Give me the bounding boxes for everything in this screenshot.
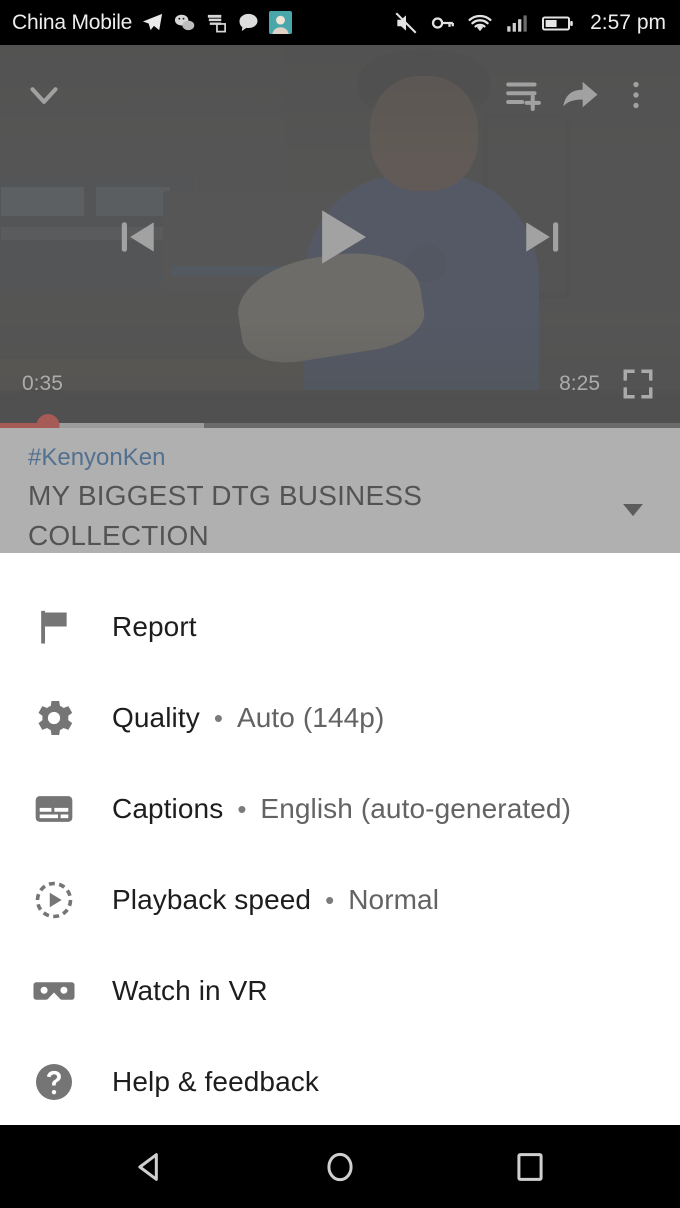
menu-item-label: Report xyxy=(112,610,197,642)
help-circle-icon xyxy=(28,1056,80,1108)
next-icon xyxy=(526,221,559,252)
menu-item-help-feedback[interactable]: Help & feedback xyxy=(0,1036,680,1127)
fullscreen-button[interactable] xyxy=(618,364,658,404)
menu-item-text: Watch in VR xyxy=(112,975,268,1007)
carrier-label: China Mobile xyxy=(12,10,133,34)
avatar-icon xyxy=(269,11,293,34)
android-navigation-bar xyxy=(0,1125,680,1208)
menu-item-label: Playback speed xyxy=(112,883,312,915)
menu-item-quality[interactable]: Quality • Auto (144p) xyxy=(0,672,680,763)
menu-item-label: Watch in VR xyxy=(112,974,268,1006)
wifi-icon xyxy=(468,14,492,31)
gear-icon xyxy=(28,692,80,744)
menu-item-separator: • xyxy=(237,793,247,824)
menu-item-watch-in-vr[interactable]: Watch in VR xyxy=(0,945,680,1036)
expand-description-button[interactable] xyxy=(616,492,650,531)
home-circle-icon xyxy=(327,1152,353,1181)
menu-item-text: Playback speed • Normal xyxy=(112,884,439,916)
video-title: MY BIGGEST DTG BUSINESS COLLECTION xyxy=(28,480,423,552)
video-meta[interactable]: #KenyonKen MY BIGGEST DTG BUSINESS COLLE… xyxy=(0,428,680,553)
player-bottom-controls: 0:35 8:25 xyxy=(0,364,680,404)
menu-item-text: Quality • Auto (144p) xyxy=(112,702,384,734)
menu-item-captions[interactable]: Captions • English (auto-generated) xyxy=(0,763,680,854)
fullscreen-icon xyxy=(623,369,653,399)
nav-back-button[interactable] xyxy=(115,1132,185,1202)
current-time-label: 0:35 xyxy=(22,372,63,395)
status-bar-left: China Mobile xyxy=(12,10,293,35)
signal-icon xyxy=(507,14,527,32)
message-icon xyxy=(239,13,258,32)
menu-item-report[interactable]: Report xyxy=(0,581,680,672)
menu-item-value: Auto (144p) xyxy=(236,701,385,733)
expand-description-icon xyxy=(623,504,643,517)
mute-icon xyxy=(395,12,417,33)
status-bar-right: 2:57 pm xyxy=(393,10,666,36)
phone-screen: China Mobile 2:57 pm 0:35 8:25 #KenyonKe… xyxy=(0,0,680,1208)
telegram-icon xyxy=(143,13,163,31)
back-triangle-icon xyxy=(138,1152,158,1181)
status-bar: China Mobile 2:57 pm xyxy=(0,0,680,45)
stack-icon xyxy=(208,14,227,33)
vr-cardboard-icon xyxy=(28,965,80,1017)
previous-video-button[interactable] xyxy=(98,197,178,277)
options-bottom-sheet: Report Quality • Auto (144p) Captions • Englis… xyxy=(0,553,680,1125)
previous-icon xyxy=(121,221,154,252)
captions-icon xyxy=(28,783,80,835)
next-video-button[interactable] xyxy=(502,197,582,277)
menu-item-value: English (auto-generated) xyxy=(260,792,572,824)
recents-square-icon xyxy=(517,1152,543,1181)
flag-icon xyxy=(28,601,80,653)
options-list: Report Quality • Auto (144p) Captions • Englis… xyxy=(0,553,680,1127)
menu-item-label: Help & feedback xyxy=(112,1065,319,1097)
duration-label: 8:25 xyxy=(559,372,600,395)
battery-icon xyxy=(542,16,573,30)
menu-item-separator: • xyxy=(325,884,335,915)
video-player[interactable]: 0:35 8:25 xyxy=(0,45,680,428)
play-icon xyxy=(322,209,366,264)
nav-home-button[interactable] xyxy=(305,1132,375,1202)
menu-item-label: Quality xyxy=(112,701,200,733)
nav-recents-button[interactable] xyxy=(495,1132,565,1202)
playback-speed-icon xyxy=(28,874,80,926)
video-hashtag[interactable]: #KenyonKen xyxy=(28,442,656,474)
video-title-row[interactable]: MY BIGGEST DTG BUSINESS COLLECTION xyxy=(28,474,656,553)
menu-item-text: Help & feedback xyxy=(112,1066,319,1098)
menu-item-label: Captions xyxy=(112,792,224,824)
wechat-icon xyxy=(175,14,195,31)
play-button[interactable] xyxy=(300,197,380,277)
clock-label: 2:57 pm xyxy=(590,10,666,34)
menu-item-value: Normal xyxy=(348,883,440,915)
vpn-key-icon xyxy=(432,16,454,29)
menu-item-separator: • xyxy=(213,702,223,733)
menu-item-playback-speed[interactable]: Playback speed • Normal xyxy=(0,854,680,945)
menu-item-text: Captions • English (auto-generated) xyxy=(112,793,571,825)
menu-item-text: Report xyxy=(112,611,197,643)
